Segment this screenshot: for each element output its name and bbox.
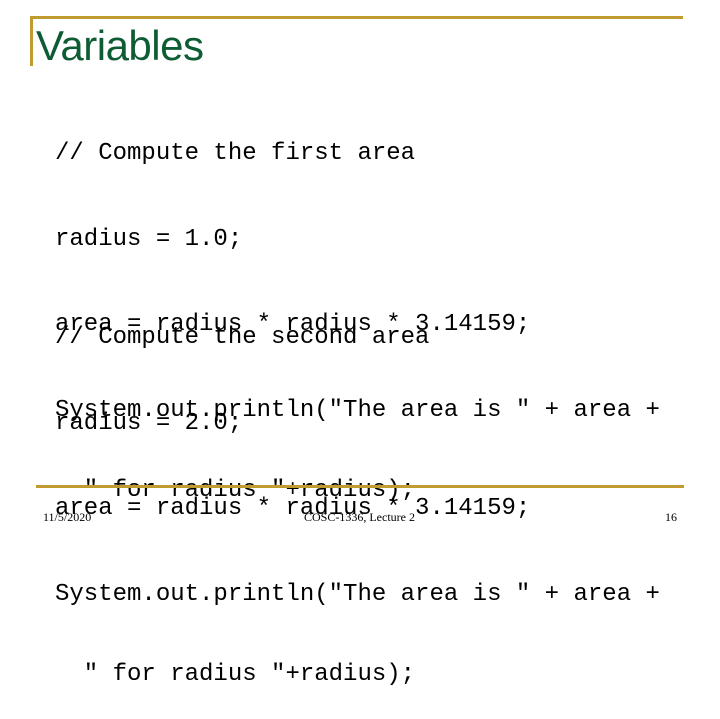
code-line: radius = 2.0; [55,409,243,437]
footer-course: COSC-1336, Lecture 2 [304,510,415,524]
code-block-second-area: // Compute the second area radius = 2.0;… [55,270,660,719]
footer-date: 11/5/2020 [43,510,92,524]
title-top-rule [30,16,683,19]
code-line-continuation: " for radius "+radius); [55,660,416,688]
title-left-rule [30,16,33,66]
code-comment: // Compute the second area [55,324,430,351]
code-comment: // Compute the first area [55,140,416,167]
code-line: System.out.println("The area is " + area… [55,580,660,608]
page-number: 16 [665,510,677,524]
code-line: radius = 1.0; [55,225,243,253]
footer-rule [36,485,684,488]
slide-title: Variables [36,22,204,69]
